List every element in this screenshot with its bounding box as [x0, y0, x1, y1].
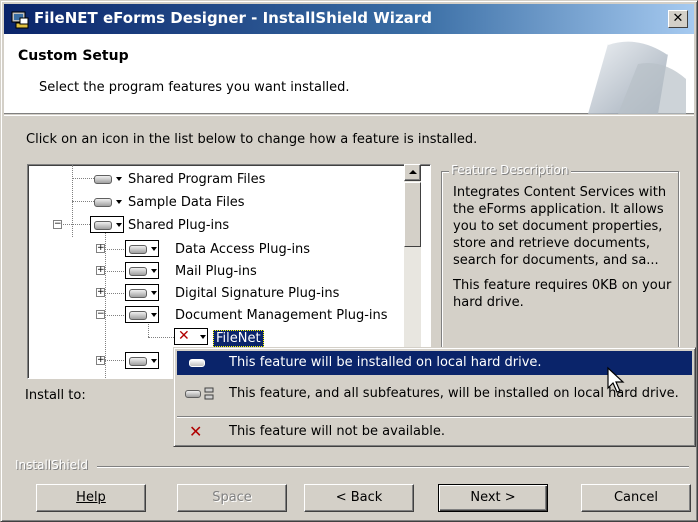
expand-toggle[interactable]: +: [96, 244, 105, 253]
tree-line: [105, 233, 106, 378]
header-banner: Custom Setup Select the program features…: [4, 34, 694, 114]
scroll-thumb[interactable]: [404, 182, 421, 247]
space-button[interactable]: Space: [177, 484, 287, 512]
help-button-label: Help: [76, 490, 106, 505]
tree-item-label: Data Access Plug-ins: [175, 242, 311, 257]
tree-item-label: Sample Data Files: [128, 195, 245, 210]
collapse-toggle[interactable]: −: [96, 310, 105, 319]
menu-item-not-available[interactable]: ✕ This feature will not be available.: [177, 420, 692, 444]
hard-drive-icon: [129, 267, 147, 276]
subfeatures-icon: [204, 387, 214, 400]
tree-line: [148, 337, 174, 338]
mouse-pointer-icon: [607, 366, 625, 393]
hard-drive-icon: [94, 221, 112, 230]
feature-state-menu: This feature will be installed on local …: [173, 347, 696, 447]
tree-item-label: Mail Plug-ins: [175, 264, 257, 279]
hard-drive-icon: [129, 289, 147, 298]
tree-line: [148, 321, 149, 337]
title-bar[interactable]: FileNET eForms Designer - InstallShield …: [4, 4, 694, 34]
close-icon: ✕: [672, 11, 684, 26]
tree-item-label: Document Management Plug-ins: [175, 308, 388, 323]
space-button-label: Space: [212, 490, 252, 505]
red-x-icon: ✕: [189, 422, 203, 441]
expand-toggle[interactable]: +: [96, 266, 105, 275]
feature-state-button[interactable]: [125, 240, 159, 257]
next-button-label: Next >: [470, 490, 516, 505]
dropdown-arrow-icon: [151, 359, 157, 363]
feature-state-button[interactable]: [125, 306, 159, 323]
feature-state-button[interactable]: [125, 352, 159, 369]
feature-description-legend: Feature Description: [449, 163, 571, 177]
feature-state-button[interactable]: [125, 284, 159, 301]
dropdown-arrow-icon: [151, 313, 157, 317]
installshield-wizard-window: FileNET eForms Designer - InstallShield …: [0, 0, 698, 522]
window-title: FileNET eForms Designer - InstallShield …: [34, 9, 432, 27]
up-arrow-icon: [409, 170, 417, 174]
feature-state-button[interactable]: [90, 170, 124, 187]
instruction-text: Click on an icon in the list below to ch…: [26, 132, 478, 147]
hard-drive-subfeatures-icon: [185, 386, 219, 402]
expand-toggle[interactable]: +: [96, 288, 105, 297]
menu-item-label: This feature will not be available.: [229, 424, 445, 439]
expand-toggle[interactable]: +: [96, 356, 105, 365]
feature-state-button[interactable]: ✕: [174, 328, 208, 345]
footer-divider: [97, 466, 689, 468]
help-button[interactable]: Help: [36, 484, 146, 512]
tree-item-label: Shared Plug-ins: [128, 218, 230, 233]
scroll-up-button[interactable]: [404, 164, 421, 181]
cancel-button[interactable]: Cancel: [581, 484, 691, 512]
feature-description: Integrates Content Services with the eFo…: [453, 185, 667, 268]
dropdown-arrow-icon: [116, 177, 122, 181]
installer-app-icon: [11, 11, 29, 29]
feature-description-text: Integrates Content Services with the eFo…: [453, 184, 675, 319]
close-button[interactable]: ✕: [668, 10, 688, 28]
dropdown-arrow-icon: [151, 269, 157, 273]
back-button-label: < Back: [335, 490, 383, 505]
feature-state-button[interactable]: [90, 193, 124, 210]
dropdown-arrow-icon: [151, 247, 157, 251]
installshield-brand: InstallShield: [15, 458, 93, 472]
hard-drive-icon: [129, 357, 147, 366]
collapse-toggle[interactable]: −: [53, 220, 62, 229]
dropdown-arrow-icon: [116, 223, 122, 227]
hard-drive-icon: [94, 175, 112, 184]
back-button[interactable]: < Back: [304, 484, 414, 512]
banner-divider: [4, 115, 694, 116]
dropdown-arrow-icon: [200, 335, 206, 339]
hard-drive-icon: [129, 311, 147, 320]
feature-state-button[interactable]: [90, 216, 124, 233]
page-subtitle: Select the program features you want ins…: [39, 80, 350, 95]
install-to-label: Install to:: [25, 388, 86, 403]
dropdown-arrow-icon: [151, 291, 157, 295]
hard-drive-icon: [129, 245, 147, 254]
page-heading: Custom Setup: [18, 48, 129, 64]
tree-item-label: FileNet: [213, 330, 264, 347]
feature-requirement: This feature requires 0KB on your hard d…: [453, 278, 672, 310]
next-button[interactable]: Next >: [438, 484, 548, 512]
menu-item-label: This feature will be installed on local …: [229, 355, 542, 370]
menu-separator: [177, 416, 692, 418]
banner-graphic: [588, 39, 686, 114]
tree-item-label: Digital Signature Plug-ins: [175, 286, 340, 301]
feature-state-button[interactable]: [125, 262, 159, 279]
red-x-icon: ✕: [178, 328, 190, 344]
cancel-button-label: Cancel: [613, 490, 659, 505]
hard-drive-icon: [185, 355, 219, 371]
tree-item-label: Shared Program Files: [128, 172, 266, 187]
dropdown-arrow-icon: [116, 200, 122, 204]
hard-drive-icon: [94, 198, 112, 207]
